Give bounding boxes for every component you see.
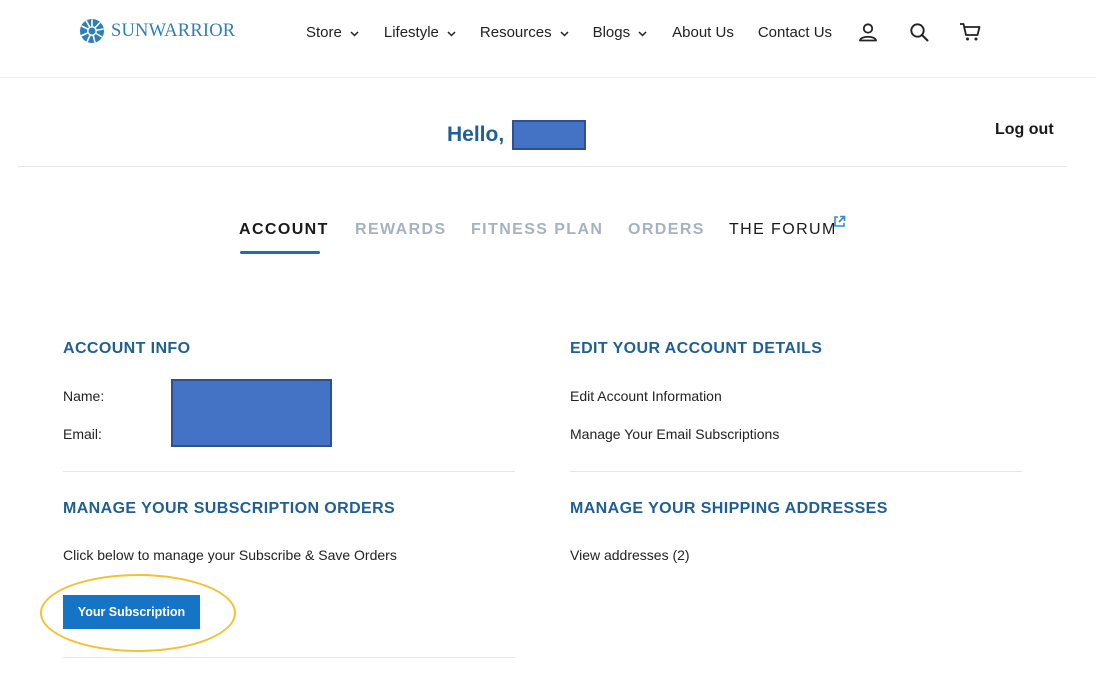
cart-icon[interactable] <box>959 22 981 42</box>
nav-resources[interactable]: Resources <box>480 24 569 41</box>
tab-the-forum[interactable]: THE FORUM <box>729 215 846 239</box>
divider <box>570 471 1022 472</box>
redacted-account-info <box>171 379 332 447</box>
chevron-down-icon <box>560 30 569 37</box>
nav-lifestyle-label: Lifestyle <box>383 24 439 41</box>
nav-resources-label: Resources <box>479 24 552 41</box>
tab-the-forum-label: THE FORUM <box>729 221 837 238</box>
redacted-username <box>512 120 587 150</box>
tab-rewards[interactable]: REWARDS <box>355 221 447 239</box>
view-addresses-link[interactable]: View addresses (2) <box>570 547 690 563</box>
email-label: Email: <box>63 426 102 442</box>
greeting: Hello, <box>447 120 587 150</box>
nav-about-us[interactable]: About Us <box>672 24 734 41</box>
nav-contact-us-label: Contact Us <box>757 24 833 41</box>
tab-fitness-plan[interactable]: FITNESS PLAN <box>471 221 603 239</box>
edit-account-information-link[interactable]: Edit Account Information <box>570 388 722 404</box>
your-subscription-button[interactable]: Your Subscription <box>63 595 200 629</box>
nav-store[interactable]: Store <box>306 24 359 41</box>
nav-blogs[interactable]: Blogs <box>593 24 648 41</box>
main-nav: Store Lifestyle Resources Blogs About Us… <box>306 24 832 41</box>
tab-rewards-label: REWARDS <box>355 221 447 238</box>
chevron-down-icon <box>447 30 456 37</box>
account-tabs: ACCOUNT REWARDS FITNESS PLAN ORDERS THE … <box>0 215 1096 261</box>
chevron-down-icon <box>350 30 359 37</box>
tab-orders-label: ORDERS <box>628 221 705 238</box>
nav-contact-us[interactable]: Contact Us <box>758 24 832 41</box>
nav-lifestyle[interactable]: Lifestyle <box>384 24 456 41</box>
logout-link[interactable]: Log out <box>995 121 1054 139</box>
manage-email-subscriptions-link[interactable]: Manage Your Email Subscriptions <box>570 426 779 442</box>
sun-logo-icon <box>80 19 104 43</box>
chevron-down-icon <box>638 30 647 37</box>
subscriptions-description: Click below to manage your Subscribe & S… <box>63 547 397 563</box>
subscriptions-title: MANAGE YOUR SUBSCRIPTION ORDERS <box>63 500 396 517</box>
divider <box>18 166 1066 167</box>
divider <box>63 657 515 658</box>
active-tab-indicator <box>240 251 320 254</box>
brand-logo[interactable]: SUNWARRIOR <box>79 18 235 44</box>
name-label: Name: <box>63 388 105 404</box>
account-icon[interactable] <box>858 22 878 42</box>
divider <box>63 471 515 472</box>
nav-blogs-label: Blogs <box>592 24 631 41</box>
edit-details-title: EDIT YOUR ACCOUNT DETAILS <box>570 340 823 357</box>
tab-account-label: ACCOUNT <box>239 221 329 238</box>
external-link-icon <box>834 215 846 227</box>
shipping-title: MANAGE YOUR SHIPPING ADDRESSES <box>570 500 888 517</box>
account-info-title: ACCOUNT INFO <box>63 340 191 357</box>
nav-store-label: Store <box>306 24 342 41</box>
tab-orders[interactable]: ORDERS <box>628 221 705 239</box>
tab-fitness-plan-label: FITNESS PLAN <box>471 221 604 238</box>
brand-name: SUNWARRIOR <box>111 20 236 41</box>
tab-account[interactable]: ACCOUNT <box>239 221 329 254</box>
greeting-text: Hello, <box>447 123 505 146</box>
site-header: SUNWARRIOR Store Lifestyle Resources Blo… <box>0 0 1096 78</box>
nav-about-us-label: About Us <box>672 24 734 41</box>
search-icon[interactable] <box>909 22 929 42</box>
